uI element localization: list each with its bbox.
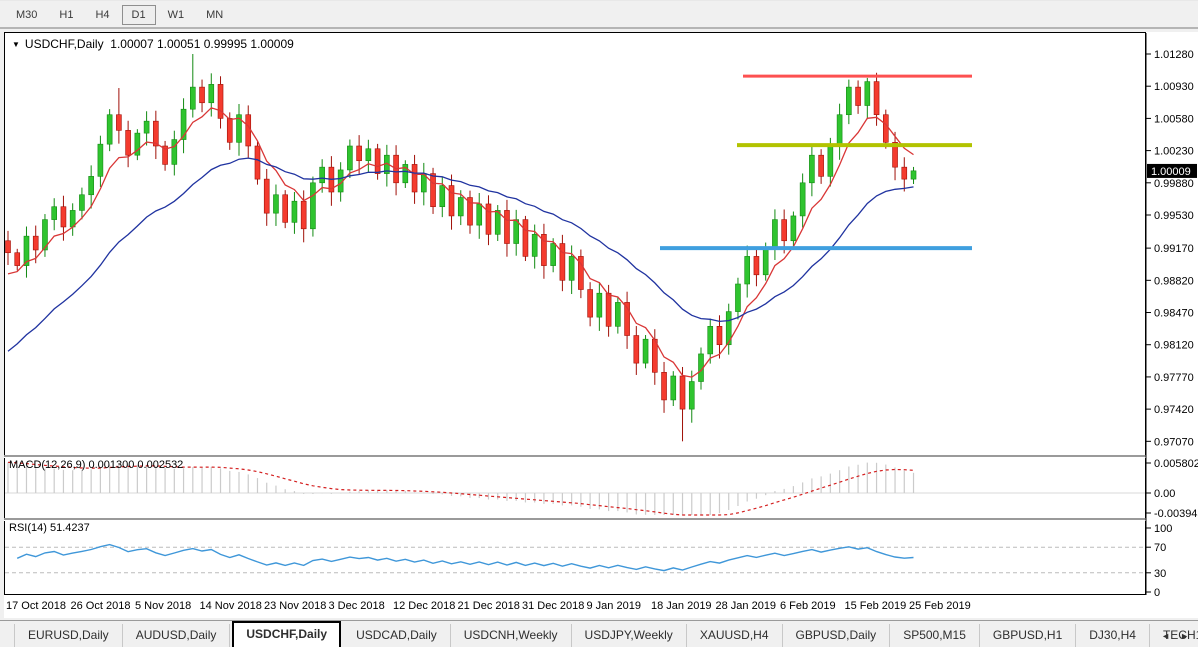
macd-name: MACD(12,26,9) <box>9 459 85 471</box>
tab-scroll-arrows: ◄► <box>1156 631 1194 641</box>
rsi-name: RSI(14) <box>9 522 47 534</box>
chart-title: ▼ USDCHF,Daily 1.00007 1.00051 0.99995 1.… <box>12 37 294 51</box>
tab-audusd-daily[interactable]: AUDUSD,Daily <box>123 624 231 647</box>
timeframe-button-h4[interactable]: H4 <box>85 5 119 25</box>
macd-current-values: 0.001300 0.002532 <box>88 459 183 471</box>
macd-indicator-label: MACD(12,26,9) 0.001300 0.002532 <box>9 459 183 471</box>
tab-dj30-h4[interactable]: DJ30,H4 <box>1076 624 1150 647</box>
chart-collapse-icon[interactable]: ▼ <box>12 40 20 49</box>
tab-usdchf-daily[interactable]: USDCHF,Daily <box>232 621 341 647</box>
tab-usdjpy-weekly[interactable]: USDJPY,Weekly <box>572 624 687 647</box>
timeframe-button-mn[interactable]: MN <box>196 5 233 25</box>
rsi-current-value: 51.4237 <box>50 522 90 534</box>
tab-sp500-m15[interactable]: SP500,M15 <box>890 624 980 647</box>
timeframe-toolbar: M30H1H4D1W1MN <box>0 0 1198 29</box>
tab-usdcnh-weekly[interactable]: USDCNH,Weekly <box>451 624 572 647</box>
tab-scroll-right-icon[interactable]: ► <box>1175 631 1194 641</box>
tab-usdcad-daily[interactable]: USDCAD,Daily <box>343 624 451 647</box>
tab-gbpusd-daily[interactable]: GBPUSD,Daily <box>783 624 891 647</box>
tab-xauusd-h4[interactable]: XAUUSD,H4 <box>687 624 783 647</box>
timeframe-button-d1[interactable]: D1 <box>122 5 156 25</box>
timeframe-button-m30[interactable]: M30 <box>6 5 47 25</box>
tab-scroll-left-icon[interactable]: ◄ <box>1156 631 1175 641</box>
rsi-indicator-label: RSI(14) 51.4237 <box>9 522 90 534</box>
timeframe-button-w1[interactable]: W1 <box>158 5 195 25</box>
chart-plot-area[interactable] <box>4 32 1146 595</box>
tab-eurusd-daily[interactable]: EURUSD,Daily <box>14 624 123 647</box>
symbol-tabbar: EURUSD,DailyAUDUSD,DailyUSDCHF,DailyUSDC… <box>0 620 1198 647</box>
timeframe-buttons: M30H1H4D1W1MN <box>6 5 233 25</box>
timeframe-button-h1[interactable]: H1 <box>49 5 83 25</box>
chart-symbol-label: USDCHF,Daily <box>25 37 104 51</box>
tab-gbpusd-h1[interactable]: GBPUSD,H1 <box>980 624 1076 647</box>
chart-ohlc-values: 1.00007 1.00051 0.99995 1.00009 <box>110 37 294 51</box>
symbol-tabs: EURUSD,DailyAUDUSD,DailyUSDCHF,DailyUSDC… <box>0 621 1198 647</box>
